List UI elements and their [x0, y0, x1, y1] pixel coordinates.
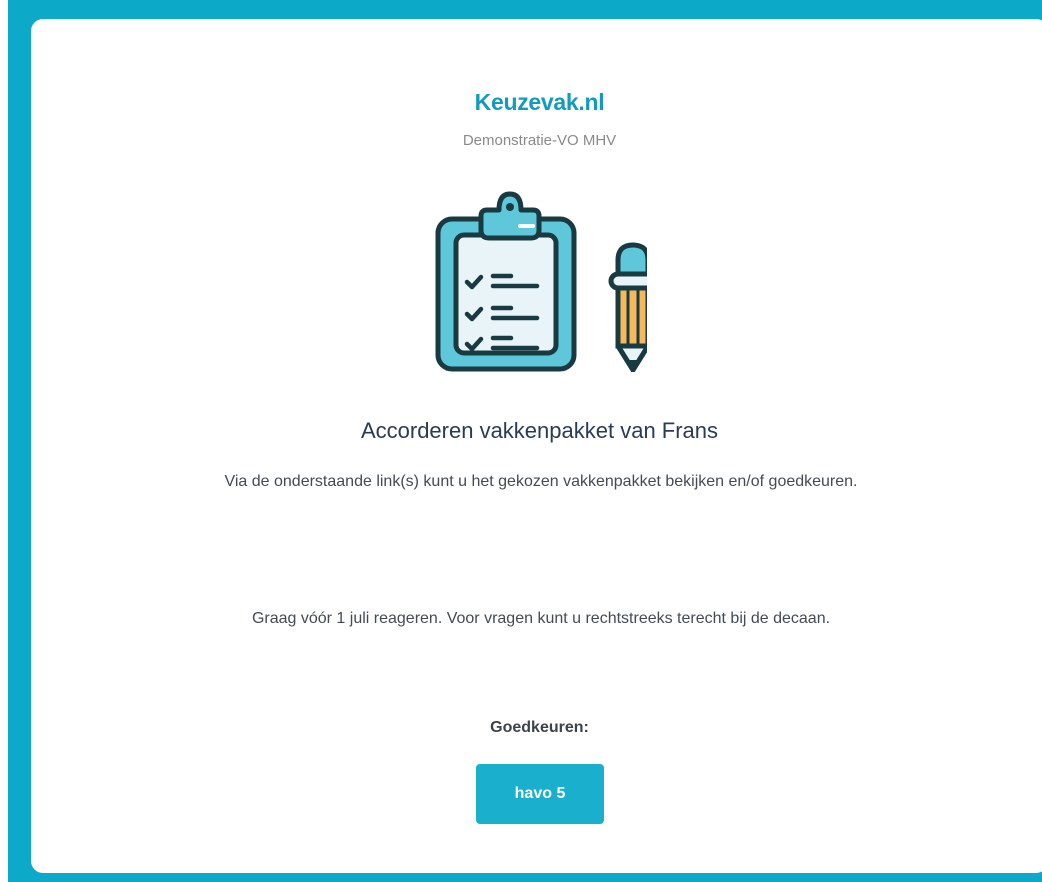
email-frame: Keuzevak.nl Demonstratie-VO MHV Accorder…	[8, 0, 1042, 882]
approve-havo5-button[interactable]: havo 5	[476, 764, 604, 824]
intro-text: Via de onderstaande link(s) kunt u het g…	[224, 473, 858, 490]
page-title: Accorderen vakkenpakket van Frans	[360, 418, 719, 443]
approve-label: Goedkeuren:	[490, 719, 589, 736]
deadline-notice: Graag vóór 1 juli reageren. Voor vragen …	[251, 610, 831, 627]
email-card: Keuzevak.nl Demonstratie-VO MHV Accorder…	[31, 19, 1042, 873]
brand-name: Keuzevak.nl	[474, 89, 605, 115]
clipboard-checklist-with-pencil-icon	[435, 191, 647, 372]
school-name: Demonstratie-VO MHV	[462, 132, 617, 149]
